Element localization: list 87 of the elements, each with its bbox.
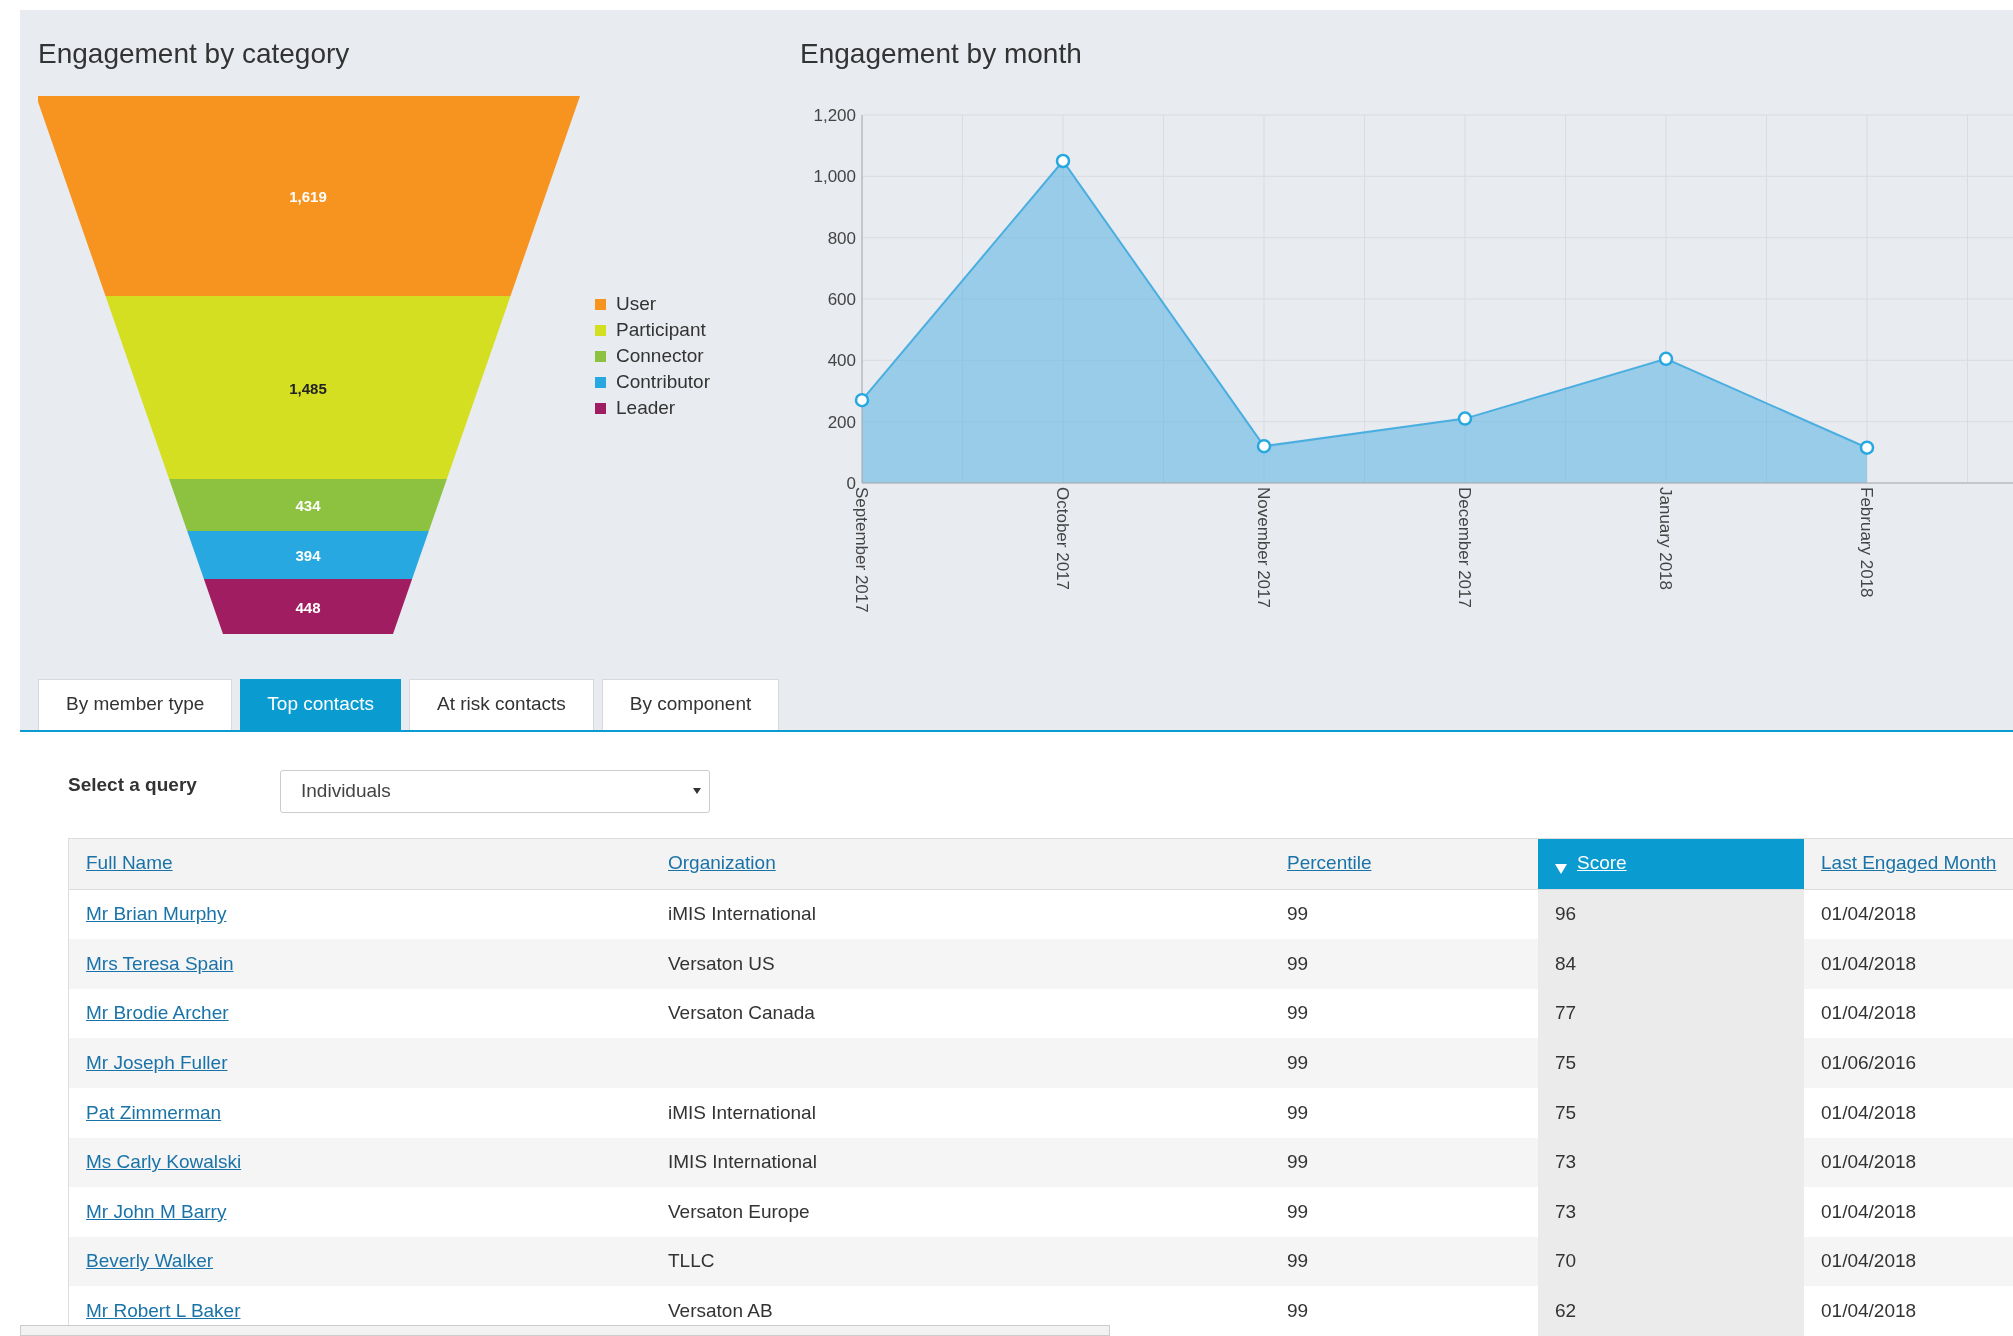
segment-value: 448 xyxy=(295,598,321,616)
table-cell: 01/04/2018 xyxy=(1821,1002,1917,1024)
table-cell: 01/04/2018 xyxy=(1821,903,1917,925)
table-cell: Versaton AB xyxy=(668,1299,773,1321)
contact-link[interactable]: Beverly Walker xyxy=(86,1250,214,1272)
table-cell-text: 96 xyxy=(1555,902,1577,927)
table-cell: 99 xyxy=(1287,1200,1309,1222)
y-tick-label: 1,200 xyxy=(813,106,856,125)
table-cell: 01/04/2018 xyxy=(1821,1151,1917,1173)
contact-link[interactable]: Mr Joseph Fuller xyxy=(86,1052,228,1073)
table-cell: TLLC xyxy=(668,1250,715,1272)
table-cell-text: 75 xyxy=(1555,1051,1577,1075)
x-tick-label: February 2018 xyxy=(1857,487,1876,598)
contact-link[interactable]: Pat Zimmerman xyxy=(86,1101,222,1123)
table-cell: 99 xyxy=(1287,1002,1309,1024)
table-cell: 01/04/2018 xyxy=(1821,1299,1917,1321)
data-point xyxy=(1055,153,1071,169)
column-header-link[interactable]: Score xyxy=(1577,849,1627,878)
data-point xyxy=(1859,440,1875,455)
chart-title: Engagement by category xyxy=(38,37,350,71)
segment-value: 1,619 xyxy=(289,188,327,205)
column-header-link[interactable]: Full Name xyxy=(86,849,173,878)
query-select[interactable]: Individuals xyxy=(280,769,710,813)
table-cell: 99 xyxy=(1287,1101,1309,1123)
chart-title: Engagement by month xyxy=(800,37,1082,71)
table-cell: 01/04/2018 xyxy=(1821,1101,1917,1123)
x-tick-label: October 2017 xyxy=(1053,487,1072,590)
table-cell: IMIS International xyxy=(668,1151,817,1173)
y-tick-label: 400 xyxy=(827,351,856,371)
table-cell: 01/06/2016 xyxy=(1821,1052,1917,1073)
field-label: Select a query xyxy=(68,772,198,797)
table-cell: iMIS International xyxy=(668,903,816,925)
table-cell: 99 xyxy=(1287,903,1309,925)
table-cell-text: 73 xyxy=(1555,1199,1577,1224)
contact-link[interactable]: Mr Robert L Baker xyxy=(86,1299,241,1321)
y-tick-label: 800 xyxy=(827,228,856,248)
x-tick-label: December 2017 xyxy=(1455,487,1474,608)
sort-down-icon xyxy=(1555,863,1567,874)
contact-link[interactable]: Mr Brodie Archer xyxy=(86,1002,229,1024)
legend-label: User xyxy=(616,293,657,315)
legend-label: Contributor xyxy=(616,371,710,393)
legend-label: Connector xyxy=(616,345,704,367)
segment-value: 394 xyxy=(295,547,321,564)
contact-link[interactable]: Mr Brian Murphy xyxy=(86,903,227,925)
table-cell: 01/04/2018 xyxy=(1821,952,1917,974)
table-cell: iMIS International xyxy=(668,1101,816,1123)
table-cell: 99 xyxy=(1287,952,1309,974)
x-tick-label: November 2017 xyxy=(1254,487,1273,608)
table-cell-text: 84 xyxy=(1555,951,1577,976)
segment-value: 434 xyxy=(295,497,321,514)
y-tick-label: 0 xyxy=(846,474,856,493)
table-cell-text: 77 xyxy=(1555,1001,1577,1026)
table-cell: 01/04/2018 xyxy=(1821,1250,1917,1272)
table-cell: 01/04/2018 xyxy=(1821,1200,1917,1222)
table-cell: 99 xyxy=(1287,1151,1309,1173)
table-cell-text: 62 xyxy=(1555,1298,1577,1323)
table-cell: Versaton Canada xyxy=(668,1002,815,1024)
column-header-link[interactable]: Organization xyxy=(668,849,776,878)
contact-link[interactable]: Ms Carly Kowalski xyxy=(86,1151,242,1173)
column-header-link[interactable]: Last Engaged Month xyxy=(1821,849,1997,878)
table-cell: 99 xyxy=(1287,1250,1309,1272)
contact-link[interactable]: Mr John M Barry xyxy=(86,1200,227,1222)
tab[interactable]: By component xyxy=(601,678,780,730)
table-cell-text: 75 xyxy=(1555,1100,1577,1125)
data-point xyxy=(1256,438,1272,454)
y-tick-label: 600 xyxy=(827,290,856,309)
tab[interactable]: By member type xyxy=(38,678,233,730)
table-cell-text: 70 xyxy=(1555,1249,1577,1274)
table-cell: Versaton US xyxy=(668,952,775,974)
legend-label: Leader xyxy=(616,397,676,419)
data-point xyxy=(1457,411,1473,426)
data-point xyxy=(1658,351,1674,367)
tab[interactable]: Top contacts xyxy=(240,678,401,730)
contact-link[interactable]: Mrs Teresa Spain xyxy=(86,952,234,974)
data-point xyxy=(854,392,870,408)
table-cell: Versaton Europe xyxy=(668,1200,810,1222)
segment-value: 1,485 xyxy=(289,379,327,397)
table-cell: 99 xyxy=(1287,1052,1309,1073)
table-cell: 99 xyxy=(1287,1299,1309,1321)
caret-icon xyxy=(693,788,701,795)
table-cell-text: 73 xyxy=(1555,1150,1577,1175)
y-tick-label: 200 xyxy=(827,412,856,432)
y-tick-label: 1,000 xyxy=(813,167,856,187)
x-tick-label: January 2018 xyxy=(1656,487,1675,591)
column-header-link[interactable]: Percentile xyxy=(1287,849,1372,878)
tab[interactable]: At risk contacts xyxy=(409,678,594,730)
legend-label: Participant xyxy=(616,319,706,341)
